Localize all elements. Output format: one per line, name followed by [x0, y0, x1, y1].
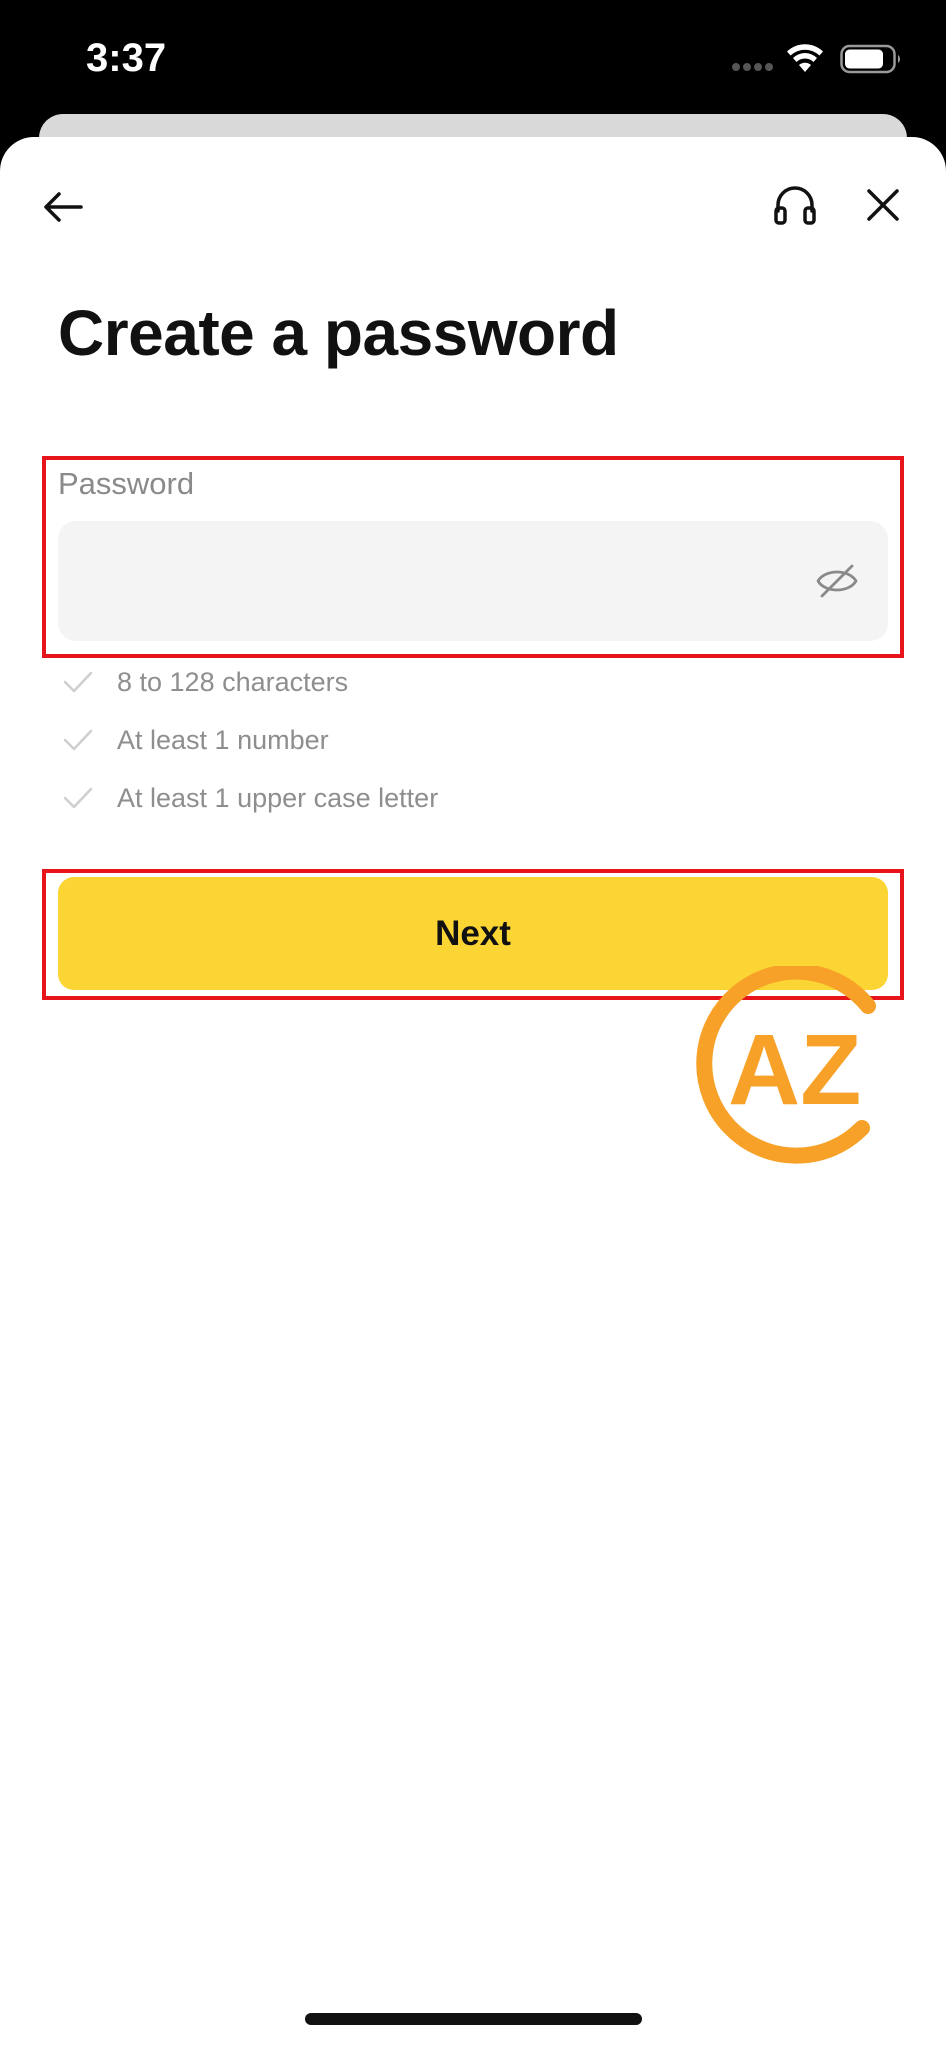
battery-icon [840, 44, 900, 74]
az-watermark-logo: AZ [696, 966, 876, 1164]
check-icon [60, 722, 96, 758]
password-visibility-toggle[interactable] [812, 558, 862, 604]
check-icon [60, 780, 96, 816]
status-bar: 3:37 [0, 0, 946, 120]
page-title: Create a password [58, 297, 619, 369]
status-time: 3:37 [86, 36, 167, 80]
requirement-length: 8 to 128 characters [60, 662, 348, 702]
requirement-text: At least 1 upper case letter [117, 782, 439, 813]
signal-icon [732, 63, 773, 71]
requirement-text: At least 1 number [117, 724, 329, 755]
eye-off-icon [816, 564, 858, 598]
back-button[interactable] [40, 184, 86, 230]
watermark-text: AZ [728, 1014, 861, 1126]
requirement-text: 8 to 128 characters [117, 666, 349, 697]
close-button[interactable] [862, 184, 904, 226]
wifi-icon [787, 44, 823, 72]
home-indicator [305, 2013, 642, 2025]
arrow-left-icon [44, 192, 83, 222]
support-button[interactable] [770, 180, 820, 230]
password-input[interactable] [58, 521, 888, 641]
headset-icon [774, 186, 816, 225]
check-icon [60, 664, 96, 700]
requirement-number: At least 1 number [60, 720, 329, 760]
requirement-uppercase: At least 1 upper case letter [60, 778, 438, 818]
close-icon [867, 189, 899, 221]
password-label: Password [58, 466, 195, 501]
